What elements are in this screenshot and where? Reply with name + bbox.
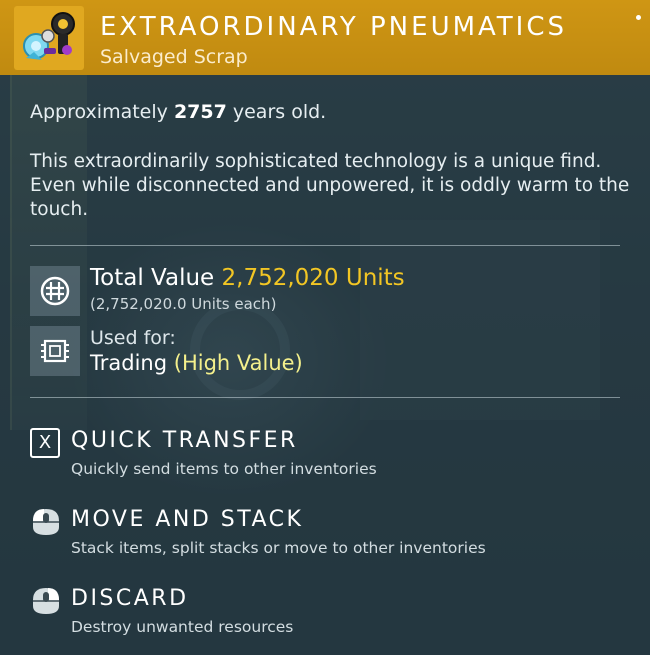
used-for-qualifier: (High Value) bbox=[173, 351, 303, 375]
move-and-stack-action[interactable]: MOVE AND STACK Stack items, split stacks… bbox=[30, 507, 590, 563]
chip-icon bbox=[30, 326, 80, 376]
quick-transfer-subtitle: Quickly send items to other inventories bbox=[71, 460, 377, 478]
age-value: 2757 bbox=[173, 101, 227, 123]
item-category: Salvaged Scrap bbox=[100, 46, 248, 68]
total-value: Total Value 2,752,020 Units bbox=[90, 265, 405, 291]
item-icon bbox=[14, 6, 84, 70]
age-prefix: Approximately bbox=[30, 101, 168, 123]
mouse-right-icon bbox=[30, 586, 62, 616]
discard-subtitle: Destroy unwanted resources bbox=[71, 618, 294, 636]
item-title: EXTRAORDINARY PNEUMATICS bbox=[100, 12, 568, 42]
item-age: Approximately 2757 years old. bbox=[30, 101, 326, 123]
mouse-left-icon bbox=[30, 507, 62, 537]
total-value-amount: 2,752,020 Units bbox=[221, 265, 405, 291]
used-for-value: Trading (High Value) bbox=[90, 351, 303, 375]
used-for-trading: Trading bbox=[90, 351, 168, 375]
x-key-icon: X bbox=[30, 428, 62, 458]
discard-action[interactable]: DISCARD Destroy unwanted resources bbox=[30, 586, 590, 642]
move-and-stack-title: MOVE AND STACK bbox=[71, 507, 304, 532]
value-each: (2,752,020.0 Units each) bbox=[90, 295, 277, 313]
divider-bottom bbox=[30, 397, 620, 398]
item-description: This extraordinarily sophisticated techn… bbox=[30, 151, 630, 220]
quick-transfer-action[interactable]: X QUICK TRANSFER Quickly send items to o… bbox=[30, 428, 590, 484]
x-key-label: X bbox=[30, 428, 60, 458]
move-and-stack-subtitle: Stack items, split stacks or move to oth… bbox=[71, 539, 486, 557]
age-suffix: years old. bbox=[232, 101, 327, 123]
discard-title: DISCARD bbox=[71, 586, 189, 611]
total-value-label: Total Value bbox=[90, 265, 215, 291]
divider-top bbox=[30, 245, 620, 246]
units-icon bbox=[30, 266, 80, 316]
indicator-dot bbox=[636, 15, 641, 20]
quick-transfer-title: QUICK TRANSFER bbox=[71, 428, 298, 453]
used-for-label: Used for: bbox=[90, 327, 176, 349]
item-header: EXTRAORDINARY PNEUMATICS Salvaged Scrap bbox=[0, 0, 650, 75]
